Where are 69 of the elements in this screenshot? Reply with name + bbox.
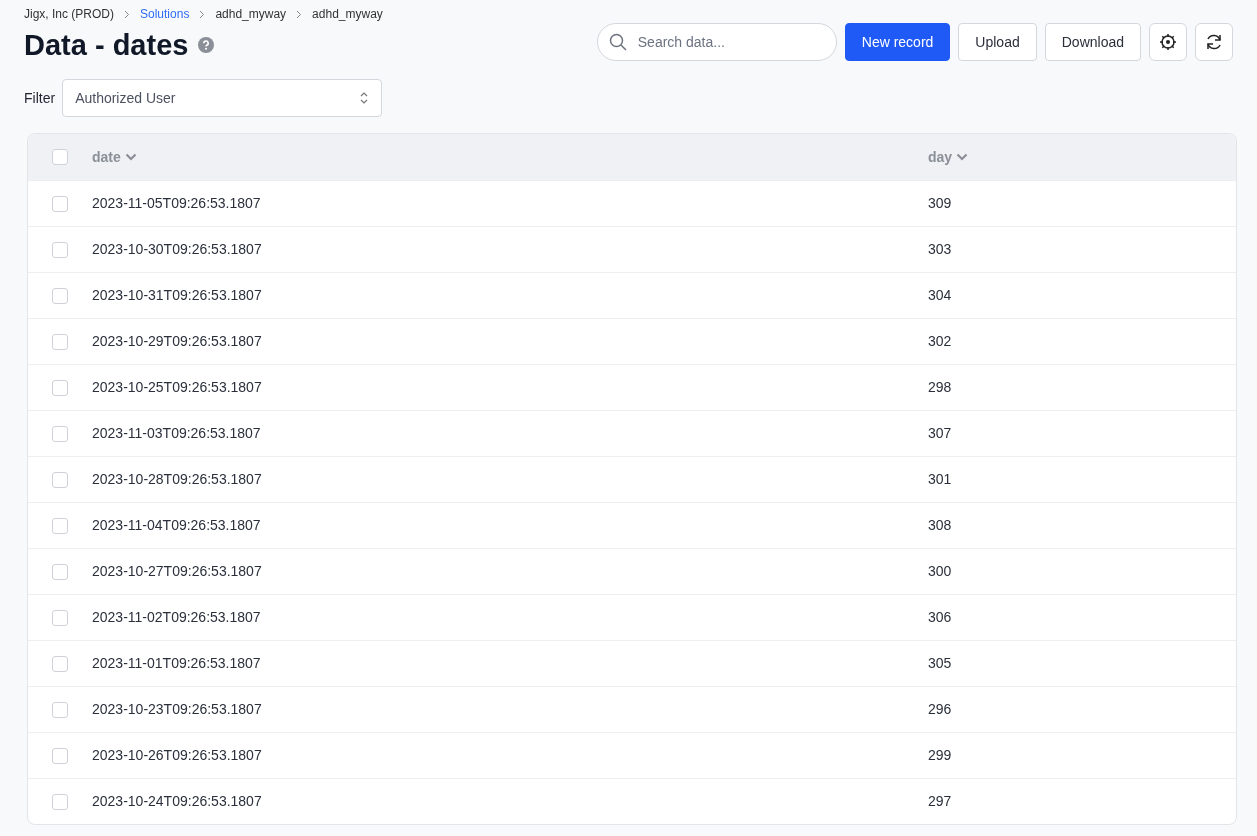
checkbox[interactable] — [52, 195, 68, 212]
checkbox[interactable] — [52, 563, 68, 580]
table-cell-text: 2023-11-05T09:26:53.1807 — [92, 194, 262, 213]
checkbox[interactable] — [52, 701, 68, 718]
chevron-right-icon — [296, 9, 303, 19]
table-cell-text: 302 — [928, 332, 952, 351]
settings-button[interactable] — [1149, 23, 1187, 61]
table-cell-text: 297 — [928, 792, 952, 811]
checkbox[interactable] — [52, 333, 68, 350]
chevron-right-icon — [199, 9, 206, 19]
table-cell-text: 2023-10-28T09:26:53.1807 — [92, 470, 263, 489]
checkbox[interactable] — [52, 241, 68, 258]
table-cell-text: 300 — [928, 562, 952, 581]
breadcrumb-link[interactable]: Solutions — [140, 5, 190, 23]
refresh-icon — [1205, 33, 1223, 51]
breadcrumb-item: Jigx, Inc (PROD) — [24, 6, 114, 23]
table-cell-text: 307 — [928, 424, 952, 443]
table-cell-text: 2023-11-01T09:26:53.1807 — [92, 654, 262, 673]
table-cell-text: 2023-10-31T09:26:53.1807 — [92, 286, 263, 305]
page-title: Data - dates — [24, 28, 189, 63]
breadcrumb-item: adhd_myway — [215, 6, 287, 23]
table-cell-text: 296 — [928, 700, 952, 719]
table-cell-text: 2023-10-26T09:26:53.1807 — [92, 746, 263, 765]
table-cell-text: 2023-10-27T09:26:53.1807 — [92, 562, 263, 581]
table-cell-text: 308 — [928, 516, 952, 535]
search-field[interactable]: Search data... — [596, 23, 837, 61]
table-cell-text: 306 — [928, 608, 952, 627]
table-cell-text: 2023-11-02T09:26:53.1807 — [92, 608, 262, 627]
search-icon — [608, 33, 627, 51]
filter-value: Authorized User — [75, 88, 176, 108]
new-record-button[interactable]: New record — [844, 23, 951, 61]
table-cell-text: 298 — [928, 378, 952, 397]
table-cell-text: 309 — [928, 194, 952, 213]
action-button[interactable]: Download — [1044, 23, 1141, 61]
refresh-button[interactable] — [1195, 23, 1233, 61]
column-header[interactable]: date — [92, 146, 928, 168]
table-cell-text: 2023-10-29T09:26:53.1807 — [92, 332, 263, 351]
help-icon[interactable] — [198, 37, 215, 53]
table-cell-text: 2023-10-23T09:26:53.1807 — [92, 700, 263, 719]
filter-dropdown[interactable]: Authorized User — [62, 79, 383, 117]
table-cell-text: 2023-11-03T09:26:53.1807 — [92, 424, 262, 443]
settings-icon — [1159, 33, 1177, 51]
chevron-down-icon — [956, 153, 969, 161]
table-cell-text: 299 — [928, 746, 952, 765]
filter-label: Filter — [24, 88, 56, 108]
checkbox[interactable] — [52, 609, 68, 626]
breadcrumb-item: adhd_myway — [312, 6, 383, 23]
table-cell-text: 2023-10-25T09:26:53.1807 — [92, 378, 263, 397]
checkbox[interactable] — [52, 747, 68, 764]
checkbox[interactable] — [52, 287, 68, 304]
checkbox[interactable] — [52, 149, 68, 165]
column-header[interactable]: day — [928, 146, 969, 168]
checkbox[interactable] — [52, 471, 68, 488]
chevron-down-icon — [124, 153, 137, 161]
table-cell-text: 303 — [928, 240, 952, 259]
table-cell-text: 2023-10-24T09:26:53.1807 — [92, 792, 263, 811]
chevron-right-icon — [124, 9, 130, 19]
table-cell-text: 305 — [928, 654, 952, 673]
checkbox[interactable] — [52, 379, 68, 396]
checkbox[interactable] — [52, 517, 68, 534]
checkbox[interactable] — [52, 425, 68, 442]
action-button[interactable]: Upload — [958, 23, 1037, 61]
table-cell-text: 2023-10-30T09:26:53.1807 — [92, 240, 263, 259]
table-cell-text: 301 — [928, 470, 952, 489]
table-cell-text: 2023-11-04T09:26:53.1807 — [92, 516, 262, 535]
table-cell-text: 304 — [928, 286, 952, 305]
chevron-up-down-icon — [359, 91, 370, 105]
checkbox[interactable] — [52, 655, 68, 672]
checkbox[interactable] — [52, 793, 68, 810]
